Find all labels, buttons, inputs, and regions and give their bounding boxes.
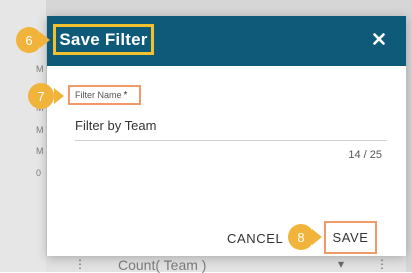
save-button[interactable]: SAVE (324, 221, 377, 254)
filter-name-input[interactable]: Filter by Team (75, 118, 385, 133)
background-row (46, 256, 406, 272)
close-button[interactable] (370, 30, 388, 48)
dialog-title: Save Filter (59, 29, 148, 49)
save-filter-dialog: Save Filter Filter Name * Filter by Team… (47, 16, 406, 256)
kebab-icon: ⋮ (376, 257, 388, 271)
cancel-button[interactable]: CANCEL (227, 231, 283, 246)
callout-badge-8: 8 (288, 224, 314, 250)
callout-badge-6: 6 (16, 27, 42, 53)
kebab-icon: ⋮ (74, 257, 86, 271)
dialog-header: Save Filter (47, 16, 406, 66)
required-mark: * (123, 89, 128, 101)
background-text: 0 (36, 168, 42, 178)
field-label-highlight: Filter Name * (68, 85, 141, 105)
save-button-label: SAVE (332, 230, 369, 245)
close-icon (373, 33, 385, 45)
chevron-down-icon: ▾ (338, 257, 345, 271)
background-text: M (36, 146, 44, 156)
callout-pointer (54, 88, 64, 104)
background-row-label: Count( Team ) (118, 257, 207, 273)
background-text: M (36, 125, 44, 135)
filter-name-label: Filter Name (75, 90, 122, 100)
background-text: M (36, 64, 44, 74)
character-counter: 14 / 25 (348, 149, 382, 161)
title-highlight: Save Filter (53, 24, 154, 55)
callout-badge-7: 7 (28, 83, 54, 109)
input-underline (75, 140, 387, 141)
